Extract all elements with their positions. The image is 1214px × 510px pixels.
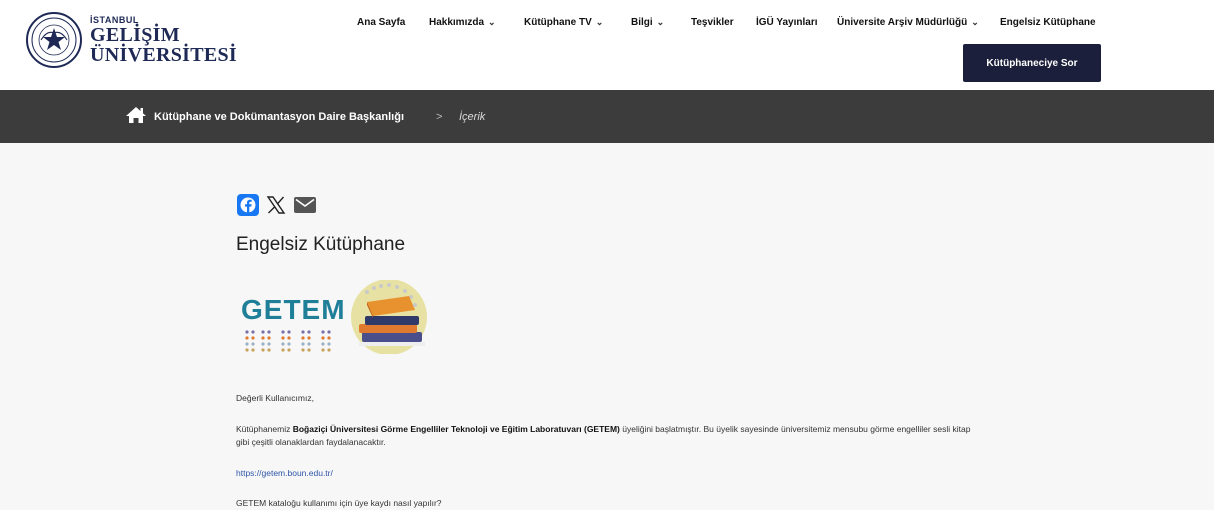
nav-label: Hakkımızda [429, 17, 485, 28]
registration-question: GETEM kataloğu kullanımı için üye kaydı … [236, 498, 442, 508]
university-seal-icon [26, 12, 82, 68]
chevron-down-icon: ⌄ [971, 17, 979, 27]
nav-item-ana-sayfa[interactable]: Ana Sayfa [357, 17, 405, 28]
nav-item-bilgi[interactable]: Bilgi ⌄ [631, 17, 664, 28]
nav-label: Teşvikler [691, 17, 734, 28]
main-content: Engelsiz Kütüphane GETEM Değerli Kullanı… [0, 143, 1214, 510]
greeting-text: Değerli Kullanıcımız, [236, 393, 314, 403]
breadcrumb-home-link[interactable]: Kütüphane ve Dokümantasyon Daire Başkanl… [154, 111, 404, 123]
mail-icon[interactable] [293, 194, 317, 221]
getem-link[interactable]: https://getem.boun.edu.tr/ [236, 467, 333, 480]
ask-librarian-button[interactable]: Kütüphaneciye Sor [963, 44, 1101, 82]
logo-line1: GELİŞİM [90, 23, 180, 46]
facebook-icon[interactable] [237, 194, 259, 221]
breadcrumb: Kütüphane ve Dokümantasyon Daire Başkanl… [0, 90, 1214, 143]
site-header: İSTANBUL GELİŞİM ÜNİVERSİTESİ Ana Sayfa … [0, 0, 1214, 90]
nav-item-igu-yayinlari[interactable]: İGÜ Yayınları [756, 17, 818, 28]
home-icon[interactable] [125, 106, 147, 129]
nav-item-arsiv-mudurlugu[interactable]: Üniversite Arşiv Müdürlüğü ⌄ [837, 17, 979, 28]
getem-logo-text: GETEM [241, 294, 346, 325]
intro-paragraph: Kütüphanemiz Boğaziçi Üniversitesi Görme… [236, 423, 976, 449]
nav-item-engelsiz-kutuphane[interactable]: Engelsiz Kütüphane [1000, 17, 1096, 28]
nav-label: Üniversite Arşiv Müdürlüğü [837, 17, 968, 28]
getem-logo-image: GETEM [239, 280, 429, 354]
nav-label: Engelsiz Kütüphane [1000, 17, 1096, 28]
nav-label: Kütüphane TV [524, 17, 592, 28]
intro-text-bold: Boğaziçi Üniversitesi Görme Engelliler T… [292, 424, 620, 434]
page-title: Engelsiz Kütüphane [236, 234, 406, 255]
nav-label: İGÜ Yayınları [756, 17, 818, 28]
nav-item-hakkimizda[interactable]: Hakkımızda ⌄ [429, 17, 496, 28]
logo-line2: ÜNİVERSİTESİ [90, 43, 237, 66]
chevron-down-icon: ⌄ [488, 17, 496, 27]
nav-label: Ana Sayfa [357, 17, 406, 28]
chevron-down-icon: ⌄ [595, 17, 604, 27]
chevron-down-icon: ⌄ [656, 17, 665, 27]
nav-label: Bilgi [631, 17, 653, 28]
intro-text-start: Kütüphanemiz [236, 424, 293, 434]
university-logo[interactable]: İSTANBUL GELİŞİM ÜNİVERSİTESİ [26, 12, 237, 68]
share-icons [237, 194, 317, 221]
breadcrumb-current: İçerik [459, 111, 486, 123]
nav-item-kutuphane-tv[interactable]: Kütüphane TV ⌄ [524, 17, 603, 28]
x-icon[interactable] [265, 194, 287, 221]
breadcrumb-separator: > [436, 111, 443, 123]
nav-item-tesvikler[interactable]: Teşvikler [691, 17, 734, 28]
